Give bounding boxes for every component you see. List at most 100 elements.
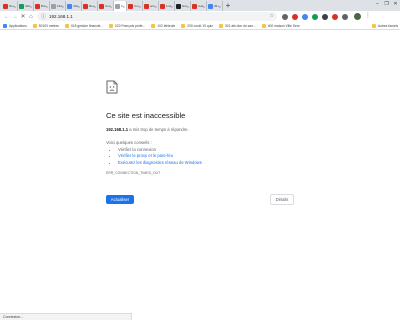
extension-icon[interactable] [332,13,338,20]
bookmark-label: 020 François profe... [115,23,146,28]
tab[interactable]: 36 au× [207,1,223,11]
suggestions-list: Vérifier la connexion Vérifier le proxy … [106,147,296,166]
tab[interactable]: Nouv× [2,1,18,11]
new-tab-button[interactable]: + [223,1,233,11]
other-bookmarks-label: Autres favoris [377,24,398,28]
bookmark-label: 102 éthieule [157,23,176,28]
url-text[interactable]: 192.168.1.1 [49,14,73,19]
apps-grid-icon [3,23,7,28]
folder-icon [64,23,69,28]
address-bar[interactable]: ⓘ 192.168.1.1 ☆ [37,12,277,21]
tab-close-icon[interactable]: × [14,4,17,9]
extensions-area: ⋮ [282,12,371,21]
minimize-button[interactable]: – [373,0,382,10]
tab[interactable]: 19× [114,1,127,11]
tab[interactable]: Brevo× [34,1,50,11]
bookmarks-bar: Applications 50100 metres 018 gestion fina… [0,22,400,30]
bookmark-item[interactable]: 102 éthieule [151,23,176,28]
home-icon[interactable]: ⌂ [27,12,35,22]
bookmark-label: 301 afs don du san... [224,23,256,28]
tab[interactable]: acces× [143,1,159,11]
tab[interactable]: Conn× [127,1,143,11]
bookmark-item[interactable]: 200 covid 19 quiz [181,23,213,28]
tab-favicon-icon [83,3,88,9]
tab-close-icon[interactable]: × [30,4,33,9]
extension-icon[interactable] [322,13,328,20]
folder-icon [181,23,186,28]
tab-close-icon[interactable]: × [219,4,222,9]
tab-strip: Nouv×Skills×Brevo×192.1×Vidéo×Recho×Corn… [0,0,400,11]
extension-icon[interactable] [292,13,298,20]
tab-close-icon[interactable]: × [155,4,158,9]
info-icon[interactable]: ⓘ [41,13,46,20]
bookmark-star-icon[interactable]: ☆ [270,13,274,19]
tab-favicon-icon [160,3,165,9]
folder-icon [371,24,376,28]
tab-favicon-icon [208,3,213,9]
bookmark-item[interactable]: 50100 metres [32,23,59,28]
bookmark-item[interactable]: Applications [3,23,27,28]
maximize-button[interactable]: ❐ [382,0,391,10]
folder-icon [32,23,37,28]
tab[interactable]: 192.1× [50,1,66,11]
tab-close-icon[interactable]: × [94,4,97,9]
bookmark-item[interactable]: 018 gestion financiè... [64,23,104,28]
window-controls: – ❐ ✕ [373,0,400,10]
error-message: a mis trop de temps à répondre. [128,127,189,132]
sad-page-icon [106,80,118,94]
tab[interactable]: Vidéo× [66,1,82,11]
reload-button[interactable]: Actualiser [106,195,134,204]
tab-close-icon[interactable]: × [171,4,174,9]
tab[interactable]: Audio× [191,1,207,11]
folder-icon [109,23,114,28]
close-window-button[interactable]: ✕ [391,0,400,10]
tab[interactable]: Cornu× [98,1,114,11]
tab-favicon-icon [176,3,181,9]
tab-favicon-icon [3,3,8,9]
tab-favicon-icon [99,3,104,9]
bookmark-item[interactable]: 400 maison Ville Senr [261,23,300,28]
suggestions-heading: Voici quelques conseils : [106,140,152,145]
bookmark-item[interactable]: 301 afs don du san... [218,23,256,28]
tab-close-icon[interactable]: × [139,4,142,9]
folder-icon [261,23,266,28]
back-icon[interactable]: ← [3,12,11,22]
status-bar: Connexion... [0,313,132,320]
tab-close-icon[interactable]: × [123,4,126,9]
suggestion-run-diagnostics[interactable]: Exécutez les diagnostics réseau de Windo… [118,160,296,166]
other-bookmarks[interactable]: Autres favoris [371,22,398,29]
tab-close-icon[interactable]: × [187,4,190,9]
tab-close-icon[interactable]: × [78,4,81,9]
details-button[interactable]: Détails [270,194,294,205]
bookmark-label: 50100 metres [38,23,59,28]
tab-close-icon[interactable]: × [46,4,49,9]
forward-icon[interactable]: → [11,12,19,22]
tab-favicon-icon [192,3,197,9]
bookmark-label: 018 gestion financiè... [70,23,104,28]
tab-close-icon[interactable]: × [203,4,206,9]
bookmark-label: 200 covid 19 quiz [187,23,213,28]
tab-close-icon[interactable]: × [62,4,65,9]
error-host: 192.168.1.1 [106,127,129,132]
bookmark-item[interactable]: 020 François profe... [109,23,146,28]
tab-favicon-icon [144,3,149,9]
tab-favicon-icon [115,3,120,9]
stop-icon[interactable]: ✕ [19,12,27,22]
extension-icon[interactable] [282,13,288,20]
tab[interactable]: Skills× [18,1,34,11]
extension-icon[interactable] [342,13,348,20]
tab-favicon-icon [67,3,72,9]
tab-favicon-icon [19,3,24,9]
folder-icon [151,23,156,28]
tab[interactable]: Recho× [82,1,98,11]
bookmark-label: 400 maison Ville Senr [267,23,300,28]
tab-favicon-icon [35,3,40,9]
extension-icon[interactable] [302,13,308,20]
bookmark-label: Applications [9,23,27,28]
tab[interactable]: Liste× [159,1,175,11]
tab[interactable]: How r× [175,1,191,11]
tab-close-icon[interactable]: × [110,4,113,9]
extension-icon[interactable] [312,13,318,20]
menu-icon[interactable]: ⋮ [365,12,371,21]
profile-avatar[interactable] [354,13,361,20]
